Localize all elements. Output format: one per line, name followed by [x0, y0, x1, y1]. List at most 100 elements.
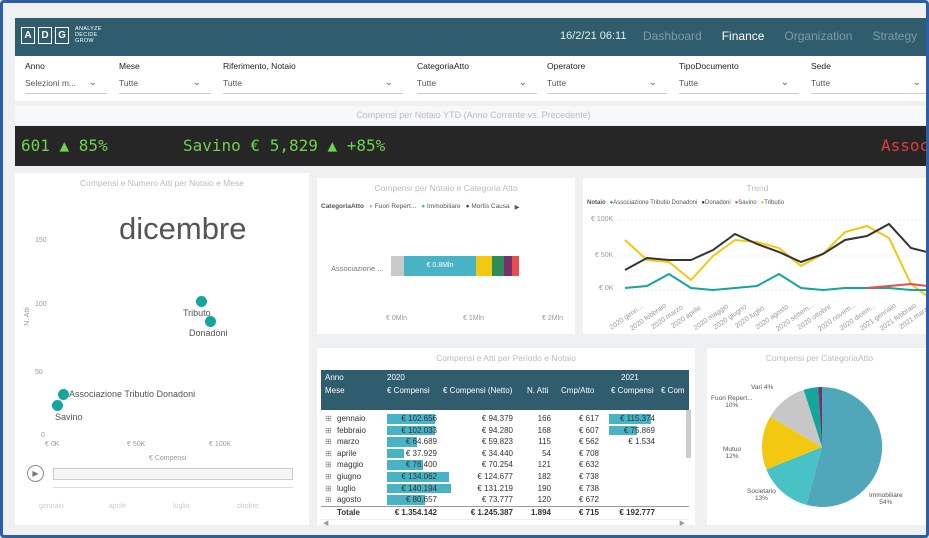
x-tick: € 1Mln	[463, 315, 485, 322]
expand-icon[interactable]: ⊞	[325, 436, 332, 448]
scatter-point[interactable]	[58, 389, 69, 400]
y-tick: € 50K	[595, 252, 614, 259]
point-label: Donadoni	[189, 328, 228, 338]
expand-icon[interactable]: ⊞	[325, 413, 332, 425]
x-axis-label: € Compensi	[149, 455, 187, 462]
pie-label: Mutuo 12%	[723, 446, 742, 460]
dashboard-frame: A D G ANALYZE DECIDE GROW 16/2/21 06:11 …	[0, 0, 929, 538]
filter-bar: Anno Selezioni m... ⌄ Mese Tutte ⌄ Rifer…	[15, 56, 926, 101]
month-label: dicembre	[119, 211, 247, 246]
table-row[interactable]: ⊞ luglio € 140.194 € 131.219 190 € 738	[321, 483, 689, 495]
expand-icon[interactable]: ⊞	[325, 448, 332, 460]
expand-icon[interactable]: ⊞	[325, 459, 332, 471]
nav-finance[interactable]: Finance	[722, 29, 765, 43]
timeline-label: luglio	[173, 503, 190, 510]
top-nav: Dashboard Finance Organization Strategy	[643, 29, 917, 43]
scatter-point[interactable]	[52, 400, 63, 411]
timeline-label: gennaio	[39, 503, 64, 510]
series-savino	[866, 282, 926, 289]
x-tick: € 0Mln	[386, 315, 408, 322]
x-tick: € 2Mln	[542, 315, 564, 322]
pie-chart[interactable]	[761, 386, 883, 508]
y-axis-label: N. Atti	[23, 307, 31, 326]
filter-mese[interactable]: Mese Tutte ⌄	[115, 56, 211, 101]
trend-title: Trend	[746, 183, 769, 193]
expand-icon[interactable]: ⊞	[325, 471, 332, 483]
chevron-down-icon: ⌄	[780, 77, 789, 88]
total-row: Totale € 1.354.142 € 1.245.387 1.894 € 7…	[321, 505, 689, 518]
category-label: Associazione ...	[331, 264, 384, 273]
scatter-title: Compensi e Numero Atti per Notaio e Mese	[80, 178, 244, 188]
point-label: Tributo	[183, 308, 211, 318]
y-tick: 150	[35, 237, 47, 244]
filter-notaio[interactable]: Riferimento, Notaio Tutte ⌄	[219, 56, 403, 101]
filter-sede[interactable]: Sede Tutte ⌄	[807, 56, 926, 101]
nav-organization[interactable]: Organization	[784, 29, 852, 43]
timeline-slider[interactable]	[53, 468, 293, 480]
next-arrow-icon[interactable]: ▶	[515, 203, 520, 211]
chevron-down-icon: ⌄	[192, 77, 201, 88]
y-tick: € 100K	[591, 216, 614, 223]
scroll-right-icon[interactable]: ▶	[680, 519, 685, 527]
vertical-scrollbar[interactable]	[686, 410, 691, 458]
expand-icon[interactable]: ⊞	[325, 425, 332, 437]
chevron-down-icon: ⌄	[88, 77, 97, 88]
matrix-table: Anno 2020 2021 Mese € Compensi € Compens…	[321, 370, 689, 527]
ticker-item: 601 ▲ 85%	[21, 136, 108, 155]
chevron-down-icon: ⌄	[648, 77, 657, 88]
point-label: Associazione Tributio Donadoni	[69, 389, 196, 399]
expand-icon[interactable]: ⊞	[325, 494, 332, 506]
y-tick: 100	[35, 301, 47, 308]
play-icon[interactable]: ▶	[27, 465, 44, 482]
pie-label: Societario 13%	[747, 488, 776, 502]
stacked-title: Compensi per Notaio e Categoria Atto	[374, 183, 518, 193]
table-row[interactable]: ⊞ gennaio € 102.656 € 94.379 166 € 617 €…	[321, 413, 689, 425]
nav-dashboard[interactable]: Dashboard	[643, 29, 702, 43]
x-tick: € 50K	[127, 441, 146, 448]
pie-card: Compensi per CategoriaAtto Vari 4% Fuori…	[707, 348, 926, 525]
point-label: Savino	[55, 412, 83, 422]
pie-title: Compensi per CategoriaAtto	[765, 353, 874, 363]
table-row[interactable]: ⊞ febbraio € 102.033 € 94.280 168 € 607 …	[321, 425, 689, 437]
table-header: Anno 2020 2021 Mese € Compensi € Compens…	[321, 370, 689, 410]
expand-icon[interactable]: ⊞	[325, 483, 332, 495]
top-bar: A D G ANALYZE DECIDE GROW 16/2/21 06:11 …	[15, 18, 926, 56]
table-row[interactable]: ⊞ giugno € 134.062 € 124.677 182 € 738	[321, 471, 689, 483]
filter-categoria[interactable]: CategoriaAtto Tutte ⌄	[413, 56, 537, 101]
nav-strategy[interactable]: Strategy	[872, 29, 917, 43]
timeline-label: ottobre	[237, 503, 259, 510]
filter-operatore[interactable]: Operatore Tutte ⌄	[543, 56, 667, 101]
horizontal-scrollbar[interactable]: ◀ ▶	[321, 519, 689, 527]
pie-label: Fuori Repert... 10%	[711, 395, 753, 409]
y-tick: 50	[35, 369, 43, 376]
stacked-bar[interactable]: € 0.8Mln	[391, 256, 519, 276]
stacked-legend: CategoriaAtto ● Fuori Repert... ● Immobi…	[321, 203, 520, 211]
chevron-down-icon: ⌄	[518, 77, 527, 88]
chevron-down-icon: ⌄	[912, 77, 921, 88]
table-row[interactable]: ⊞ aprile € 37.929 € 34.440 54 € 708	[321, 448, 689, 460]
ticker-item: Savino € 5,829 ▲ +85%	[183, 136, 386, 155]
trend-legend: Notaio ●Associazione Tributio Donadoni ●…	[587, 200, 785, 206]
x-tick: € 100K	[209, 441, 232, 448]
table-row[interactable]: ⊞ marzo € 64.689 € 59.823 115 € 562 € 1.…	[321, 436, 689, 448]
timeline-label: aprile	[109, 503, 127, 510]
filter-tipodocumento[interactable]: TipoDocumento Tutte ⌄	[675, 56, 799, 101]
ticker-item: Assoc	[881, 136, 929, 155]
scatter-card: Compensi e Numero Atti per Notaio e Mese…	[15, 173, 309, 525]
table-title: Compensi e Atti per Periodo e Notaio	[436, 353, 576, 363]
y-tick: € 0K	[599, 285, 614, 292]
table-row[interactable]: ⊞ agosto € 80.657 € 73.777 120 € 672	[321, 494, 689, 506]
table-row[interactable]: ⊞ maggio € 76.400 € 70.254 121 € 632	[321, 459, 689, 471]
y-tick: 0	[41, 432, 45, 439]
datetime: 16/2/21 06:11	[560, 30, 627, 42]
chevron-down-icon: ⌄	[384, 77, 393, 88]
scroll-left-icon[interactable]: ◀	[323, 519, 328, 527]
ytd-banner-title: Compensi per Notaio YTD (Anno Corrente v…	[15, 106, 926, 125]
stacked-bar-card: Compensi per Notaio e Categoria Atto Cat…	[317, 178, 575, 334]
trend-card: Trend Notaio ●Associazione Tributio Dona…	[583, 178, 926, 334]
filter-anno[interactable]: Anno Selezioni m... ⌄	[21, 56, 107, 101]
scatter-point[interactable]	[196, 296, 207, 307]
adg-logo: A D G ANALYZE DECIDE GROW	[21, 26, 102, 44]
x-tick: € 0K	[45, 441, 60, 448]
table-card: Compensi e Atti per Periodo e Notaio Ann…	[317, 348, 695, 527]
